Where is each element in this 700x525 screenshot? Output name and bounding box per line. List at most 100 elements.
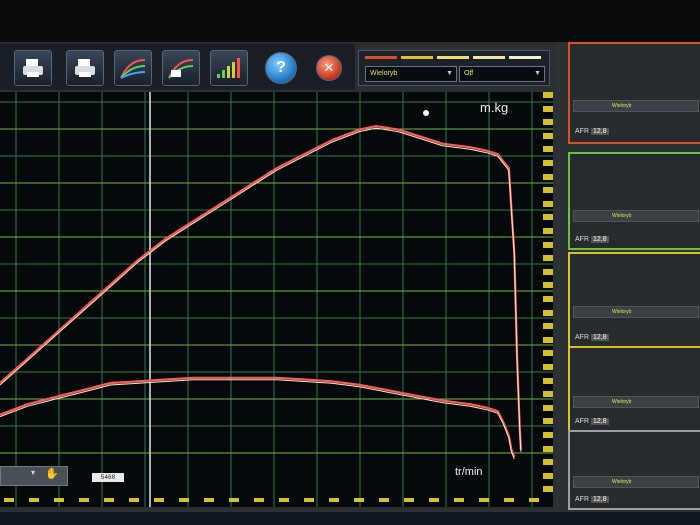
x-scale [0, 498, 553, 502]
scale-tick [154, 498, 164, 502]
result-title: Wieloryb [612, 479, 632, 485]
help-button[interactable]: ? [265, 52, 297, 84]
scale-tick [529, 498, 539, 502]
result-block-1[interactable]: Wieloryb AFR 12,8 [568, 42, 700, 144]
scale-tick [454, 498, 464, 502]
legend-swatch [401, 56, 433, 59]
afr-value: 12,8 [591, 128, 609, 135]
afr-label: AFR [575, 128, 589, 135]
scale-tick [543, 105, 553, 112]
scale-tick [543, 377, 553, 384]
afr-value: 12,8 [591, 418, 609, 425]
scale-tick [543, 459, 553, 466]
curve-select-right[interactable]: Off ▼ [459, 66, 545, 82]
result-block-4[interactable]: Wieloryb AFR 12,8 [568, 346, 700, 432]
scroll-controls[interactable]: ▾ ✋ [0, 466, 68, 486]
scale-tick [204, 498, 214, 502]
scale-tick [479, 498, 489, 502]
series-line-white-1 [0, 127, 522, 452]
bar-chart-icon [217, 58, 240, 78]
printer-icon [23, 59, 43, 77]
scale-tick [543, 160, 553, 166]
scale-tick [543, 418, 553, 425]
scale-tick [543, 119, 553, 126]
scale-tick [79, 498, 89, 502]
bars-button[interactable] [210, 50, 248, 86]
dyno-chart: m.kg tr/min [0, 92, 553, 507]
result-block-5[interactable]: Wieloryb AFR 12,8 [568, 430, 700, 510]
curves-compare-button[interactable] [162, 50, 200, 86]
legend-swatch [365, 56, 397, 59]
scale-tick [229, 498, 239, 502]
taskbar [0, 512, 700, 525]
afr-label: AFR [575, 418, 589, 425]
results-panel: Wieloryb AFR 12,8 Wieloryb AFR 12,8 Wielor… [556, 42, 700, 512]
chevron-down-icon: ▼ [534, 70, 541, 77]
scale-tick [543, 241, 553, 248]
curve-select-left-value: Wieloryb [370, 70, 398, 77]
scale-tick [543, 282, 553, 289]
curve-select-left[interactable]: Wieloryb ▼ [365, 66, 457, 82]
series-line-red-2 [0, 376, 516, 458]
scale-tick [543, 336, 553, 343]
hand-icon[interactable]: ✋ [45, 467, 59, 480]
scale-tick [429, 498, 439, 502]
scale-tick [504, 498, 514, 502]
curve-chart-icon [120, 59, 146, 79]
curve-selector-panel: Wieloryb ▼ Off ▼ [358, 50, 550, 86]
legend-swatch [509, 56, 541, 59]
scale-tick [543, 146, 553, 153]
scale-tick [543, 255, 553, 262]
scale-tick [543, 228, 553, 234]
print-preview-button[interactable] [14, 50, 52, 86]
scale-tick [543, 214, 553, 221]
legend-swatch [437, 56, 469, 59]
curves-button[interactable] [114, 50, 152, 86]
scale-tick [543, 92, 553, 98]
afr-label: AFR [575, 236, 589, 243]
scale-tick [279, 498, 289, 502]
scale-tick [54, 498, 64, 502]
chart-canvas[interactable] [0, 92, 553, 507]
afr-label: AFR [575, 334, 589, 341]
result-title: Wieloryb [612, 213, 632, 219]
afr-readout: AFR 12,8 [575, 418, 609, 425]
scale-tick [404, 498, 414, 502]
scale-tick [254, 498, 264, 502]
result-block-3[interactable]: Wieloryb AFR 12,8 [568, 252, 700, 348]
afr-readout: AFR 12,8 [575, 128, 609, 135]
scale-tick [29, 498, 39, 502]
afr-readout: AFR 12,8 [575, 496, 609, 503]
scale-tick [543, 323, 553, 330]
scale-tick [543, 187, 553, 194]
scale-tick [543, 200, 553, 207]
chevron-down-icon[interactable]: ▾ [31, 468, 35, 477]
afr-value: 12,8 [591, 236, 609, 243]
help-icon: ? [276, 59, 286, 76]
x-unit-label: tr/min [455, 466, 483, 478]
scale-tick [329, 498, 339, 502]
legend-swatch [473, 56, 505, 59]
scale-tick [304, 498, 314, 502]
afr-readout: AFR 12,8 [575, 236, 609, 243]
close-icon: ✕ [323, 60, 335, 75]
scale-tick [543, 404, 553, 411]
scale-tick [543, 350, 553, 357]
scale-tick [543, 132, 553, 139]
print-button[interactable] [66, 50, 104, 86]
scale-tick [543, 391, 553, 398]
chevron-down-icon: ▼ [446, 70, 453, 77]
y-unit-label: m.kg [480, 100, 509, 115]
afr-value: 12,8 [591, 496, 609, 503]
scale-tick [543, 445, 553, 452]
scale-tick [354, 498, 364, 502]
afr-label: AFR [575, 496, 589, 503]
printer-icon [75, 59, 95, 77]
result-block-2[interactable]: Wieloryb AFR 12,8 [568, 152, 700, 250]
scale-tick [543, 268, 553, 275]
scale-tick [129, 498, 139, 502]
scale-tick [543, 432, 553, 438]
result-title: Wieloryb [612, 103, 632, 109]
result-title: Wieloryb [612, 309, 632, 315]
close-button[interactable]: ✕ [316, 55, 342, 81]
